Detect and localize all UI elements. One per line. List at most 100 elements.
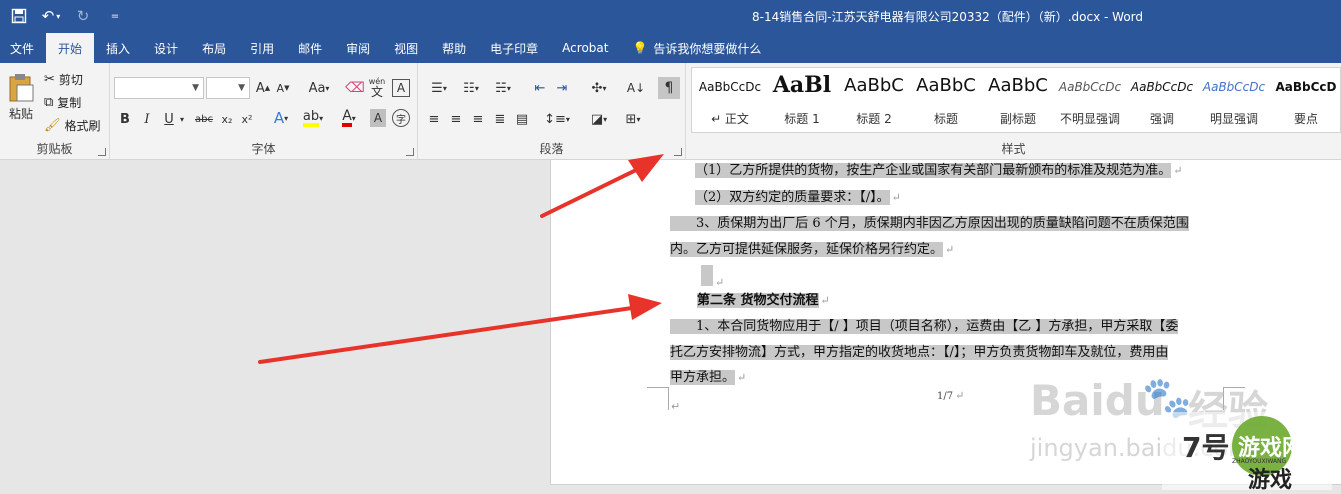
increase-indent-button[interactable]: ⇥ <box>552 79 572 97</box>
change-case-button[interactable]: Aa ▾ <box>304 79 334 97</box>
font-name-combo[interactable]: ▼ <box>114 77 204 99</box>
distributed-button[interactable]: ▤ <box>512 109 532 129</box>
tab-file[interactable]: 文件 <box>0 33 46 63</box>
doc-line-text: 托乙方安排物流】方式，甲方指定的收货地点：【/】；甲方负责货物卸车及就位，费用由 <box>670 345 1169 360</box>
align-left-button[interactable]: ≡ <box>424 109 444 129</box>
copy-button[interactable]: ⧉ 复制 <box>44 94 81 111</box>
scissors-icon: ✂ <box>44 72 55 87</box>
superscript-button[interactable]: x² <box>238 109 256 129</box>
styles-group-label: 样式 <box>1001 142 1026 156</box>
paragraph-mark-icon: ↵ <box>737 371 747 384</box>
customize-qat-icon[interactable]: = <box>104 6 126 26</box>
font-group: ▼ ▼ A ▲ A ▼ Aa ▾ ⌫ wén 文 A B I U ▾ abc x₂ x²… <box>110 63 418 160</box>
doc-line[interactable]: ↵ <box>701 265 724 289</box>
sort-button[interactable]: A↓ <box>626 79 646 97</box>
tab-e-seal[interactable]: 电子印章 <box>478 33 550 63</box>
subscript-button[interactable]: x₂ <box>218 109 236 129</box>
cut-label: 剪切 <box>58 73 83 87</box>
doc-line[interactable]: 托乙方安排物流】方式，甲方指定的收货地点：【/】；甲方负责货物卸车及就位，费用由 <box>670 342 1169 363</box>
lightbulb-icon: 💡 <box>632 41 648 55</box>
underline-button[interactable]: U <box>160 109 178 129</box>
crop-mark-left-h <box>647 387 669 388</box>
cut-button[interactable]: ✂ 剪切 <box>44 71 83 88</box>
italic-button[interactable]: I <box>138 109 156 129</box>
clear-formatting-icon[interactable]: ⌫ <box>345 79 365 97</box>
doc-line[interactable]: （2）双方约定的质量要求：【/】。 ↵ <box>695 187 901 208</box>
bullets-button[interactable]: ☰ ▾ <box>424 79 454 97</box>
borders-button[interactable]: ⊞ ▾ <box>618 109 648 129</box>
chevron-down-icon: ▼ <box>238 83 245 93</box>
doc-line-text: 1、本合同货物应用于【/ 】项目（项目名称），运费由【乙 】方承担，甲方采取【委 <box>670 319 1179 334</box>
undo-icon[interactable]: ↶ ▾ <box>40 6 62 26</box>
tab-review[interactable]: 审阅 <box>334 33 382 63</box>
tab-references[interactable]: 引用 <box>238 33 286 63</box>
doc-line[interactable]: 1、本合同货物应用于【/ 】项目（项目名称），运费由【乙 】方承担，甲方采取【委 <box>670 316 1179 337</box>
tell-me-box[interactable]: 💡 告诉我你想要做什么 <box>620 33 773 63</box>
chevron-down-icon: ▼ <box>192 83 199 93</box>
format-painter-label: 格式刷 <box>64 119 101 133</box>
change-case-label: Aa <box>308 80 326 96</box>
highlighter-icon: ab <box>302 110 320 127</box>
font-color-button[interactable]: A ▾ <box>334 107 364 129</box>
enclose-characters-button[interactable]: 字 <box>392 109 410 127</box>
paragraph-mark-icon: ↵ <box>1173 164 1183 177</box>
paste-button[interactable]: 粘贴 <box>4 69 38 125</box>
paragraph-mark-icon: ↵ <box>945 243 955 256</box>
paragraph-mark-icon: ↵ <box>891 191 901 204</box>
align-center-button[interactable]: ≡ <box>446 109 466 129</box>
doc-line[interactable]: 内。乙方可提供延保服务，延保价格另行约定。 ↵ <box>670 239 954 260</box>
tab-insert[interactable]: 插入 <box>94 33 142 63</box>
doc-line-text: 甲方承担。 <box>670 370 736 385</box>
strikethrough-button[interactable]: abc <box>192 109 216 129</box>
page-number: 1/7 ↵ <box>937 389 964 402</box>
tab-mailings[interactable]: 邮件 <box>286 33 334 63</box>
format-painter-button[interactable]: 🖌 格式刷 <box>44 117 101 134</box>
tab-layout[interactable]: 布局 <box>190 33 238 63</box>
paragraph-launcher-icon[interactable] <box>674 148 682 156</box>
bold-button[interactable]: B <box>116 109 134 129</box>
shading-button[interactable]: ◪ ▾ <box>584 109 614 129</box>
clipboard-launcher-icon[interactable] <box>98 148 106 156</box>
phonetic-guide-button[interactable]: wén 文 <box>368 75 386 99</box>
section-heading: 第二条 货物交付流程 <box>697 293 819 308</box>
character-border-button[interactable]: A <box>392 79 410 97</box>
show-marks-button[interactable]: ¶ <box>658 77 680 99</box>
tab-help[interactable]: 帮助 <box>430 33 478 63</box>
page-number-text: 1/7 <box>937 391 954 402</box>
doc-line-text: 内。乙方可提供延保服务，延保价格另行约定。 <box>670 242 944 257</box>
font-size-combo[interactable]: ▼ <box>206 77 250 99</box>
underline-dropdown-icon[interactable]: ▾ <box>178 113 186 125</box>
paragraph-mark-icon: ↵ <box>955 389 965 402</box>
numbering-button[interactable]: ☷ ▾ <box>456 79 486 97</box>
doc-line[interactable]: 3、质保期为出厂后 6 个月，质保期内非因乙方原因出现的质量缺陷问题不在质保范围 <box>670 213 1189 234</box>
title-bar: ↶ ▾ ↻ = 8-14销售合同-江苏天舒电器有限公司20332（配件）（新）.d… <box>0 0 1341 33</box>
highlight-color-button[interactable]: ab ▾ <box>298 107 328 129</box>
grow-font-button[interactable]: A ▲ <box>254 79 272 97</box>
doc-line[interactable]: （1）乙方所提供的货物，按生产企业或国家有关部门最新颁布的标准及规范为准。 ↵ <box>695 160 1183 181</box>
shrink-font-button[interactable]: A ▼ <box>274 79 292 97</box>
redo-icon[interactable]: ↻ <box>72 6 94 26</box>
window-title: 8-14销售合同-江苏天舒电器有限公司20332（配件）（新）.docx - W… <box>752 10 1144 24</box>
tab-acrobat[interactable]: Acrobat <box>550 33 620 63</box>
decrease-indent-button[interactable]: ⇤ <box>530 79 550 97</box>
doc-line-text <box>701 265 713 286</box>
line-spacing-button[interactable]: ↕≡ ▾ <box>542 109 572 129</box>
tab-home[interactable]: 开始 <box>46 33 95 63</box>
font-launcher-icon[interactable] <box>406 148 414 156</box>
doc-line[interactable]: 第二条 货物交付流程 ↵ <box>697 290 830 311</box>
character-shading-button[interactable]: A <box>370 109 386 127</box>
text-effects-button[interactable]: A ▾ <box>268 107 294 129</box>
tab-view[interactable]: 视图 <box>382 33 430 63</box>
multilevel-list-button[interactable]: ☵ ▾ <box>488 79 518 97</box>
save-icon[interactable] <box>8 6 30 26</box>
asian-layout-button[interactable]: ✣ ▾ <box>584 79 614 97</box>
tell-me-label: 告诉我你想要做什么 <box>653 41 762 56</box>
justify-button[interactable]: ≣ <box>490 109 510 129</box>
align-right-button[interactable]: ≡ <box>468 109 488 129</box>
doc-line-text: 3、质保期为出厂后 6 个月，质保期内非因乙方原因出现的质量缺陷问题不在质保范围 <box>670 216 1189 231</box>
brush-icon: 🖌 <box>44 118 61 133</box>
doc-line[interactable]: 甲方承担。 ↵ <box>670 367 746 388</box>
tab-design[interactable]: 设计 <box>142 33 190 63</box>
clipboard-icon <box>9 73 34 101</box>
logo-number: 7号 <box>1182 431 1230 464</box>
